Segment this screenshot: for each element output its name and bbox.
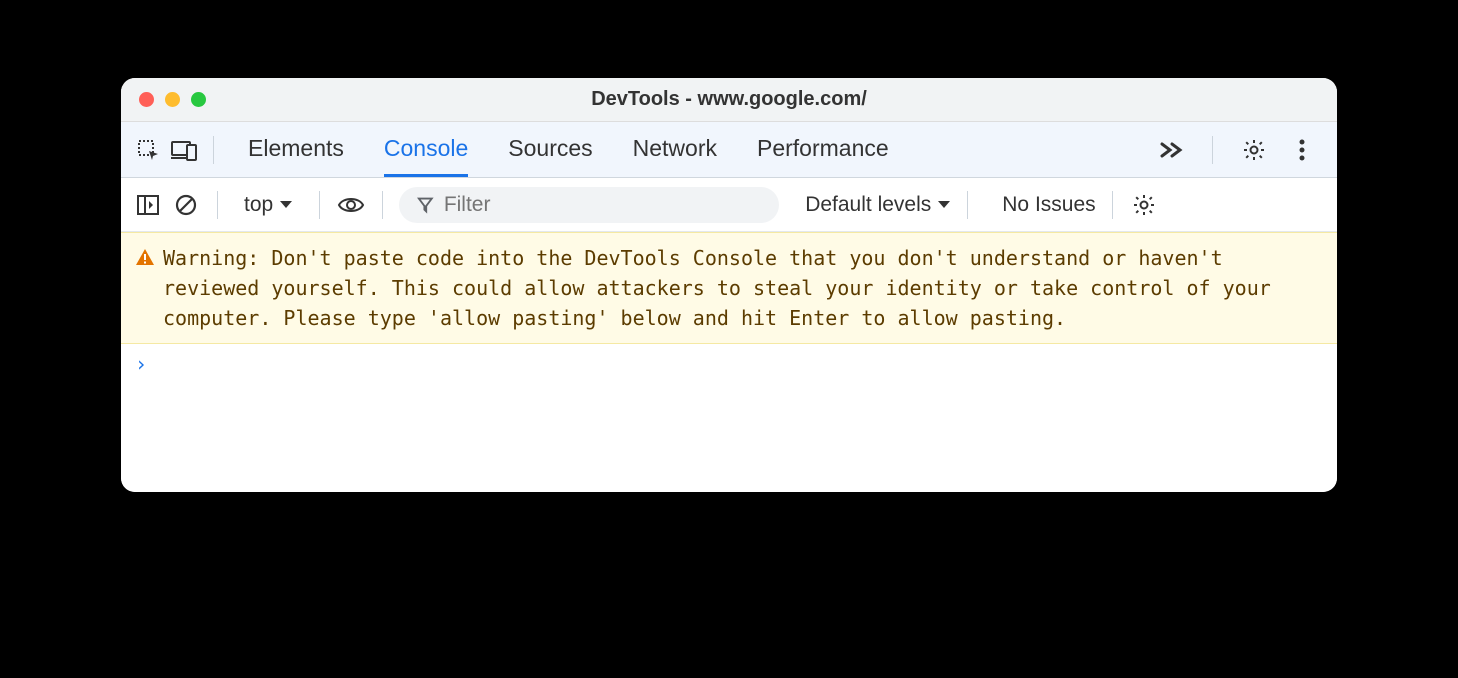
- issues-button[interactable]: No Issues: [1002, 193, 1095, 217]
- console-prompt[interactable]: ›: [121, 344, 1337, 384]
- console-settings-gear-icon[interactable]: [1129, 190, 1159, 220]
- kebab-menu-icon[interactable]: [1287, 135, 1317, 165]
- toggle-sidebar-icon[interactable]: [133, 190, 163, 220]
- divider: [382, 191, 383, 219]
- tab-network[interactable]: Network: [633, 123, 717, 177]
- live-expression-eye-icon[interactable]: [336, 190, 366, 220]
- warning-message: Warning: Don't paste code into the DevTo…: [163, 243, 1323, 333]
- tab-performance[interactable]: Performance: [757, 123, 889, 177]
- filter-input[interactable]: [444, 193, 761, 217]
- console-body: Warning: Don't paste code into the DevTo…: [121, 232, 1337, 492]
- divider: [967, 191, 968, 219]
- more-tabs-icon[interactable]: [1156, 135, 1186, 165]
- window-title: DevTools - www.google.com/: [121, 88, 1337, 111]
- levels-label: Default levels: [805, 193, 931, 217]
- tab-sources[interactable]: Sources: [508, 123, 592, 177]
- tabbar: Elements Console Sources Network Perform…: [121, 122, 1337, 178]
- clear-console-icon[interactable]: [171, 190, 201, 220]
- titlebar: DevTools - www.google.com/: [121, 78, 1337, 122]
- settings-gear-icon[interactable]: [1239, 135, 1269, 165]
- divider: [1112, 191, 1113, 219]
- chevron-down-icon: [279, 200, 293, 210]
- context-label: top: [244, 193, 273, 217]
- tabbar-right-actions: [1156, 135, 1325, 165]
- close-window-button[interactable]: [139, 92, 154, 107]
- prompt-caret-icon: ›: [135, 352, 147, 376]
- divider: [213, 136, 214, 164]
- maximize-window-button[interactable]: [191, 92, 206, 107]
- execution-context-select[interactable]: top: [234, 189, 303, 221]
- console-toolbar: top Default levels No Issues: [121, 178, 1337, 232]
- inspect-element-icon[interactable]: [133, 135, 163, 165]
- divider: [217, 191, 218, 219]
- divider: [1212, 136, 1213, 164]
- minimize-window-button[interactable]: [165, 92, 180, 107]
- devtools-window: DevTools - www.google.com/ Elements Cons…: [121, 78, 1337, 492]
- tab-console[interactable]: Console: [384, 123, 468, 177]
- divider: [319, 191, 320, 219]
- panel-tabs: Elements Console Sources Network Perform…: [248, 123, 1150, 177]
- console-warning-row: Warning: Don't paste code into the DevTo…: [121, 232, 1337, 344]
- device-toolbar-icon[interactable]: [169, 135, 199, 165]
- tab-elements[interactable]: Elements: [248, 123, 344, 177]
- warning-triangle-icon: [135, 247, 155, 267]
- traffic-lights: [121, 92, 206, 107]
- filter-pill[interactable]: [399, 187, 779, 223]
- filter-icon: [417, 196, 434, 214]
- chevron-down-icon: [937, 200, 951, 210]
- log-levels-select[interactable]: Default levels: [805, 193, 951, 217]
